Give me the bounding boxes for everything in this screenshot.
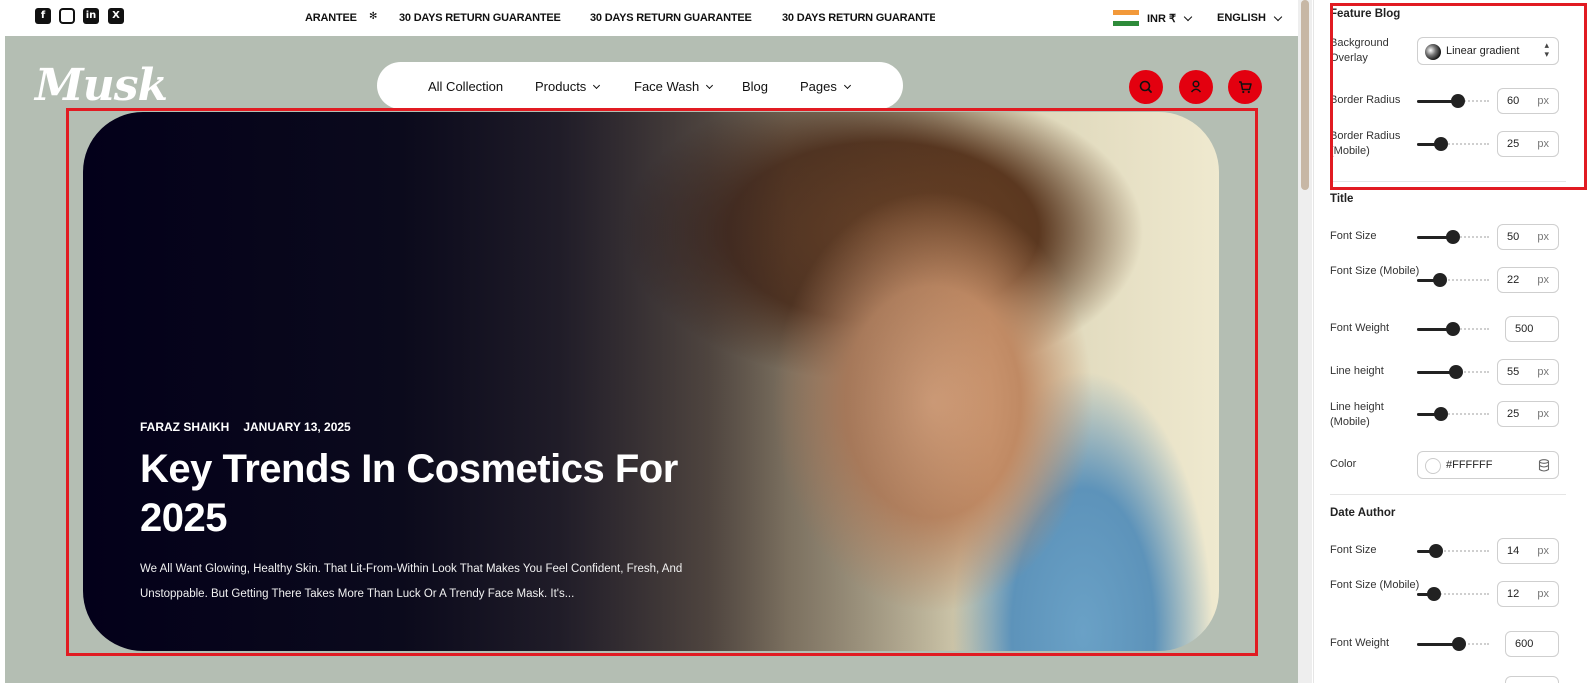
nav-item-label: Products — [535, 79, 587, 94]
date-font-size-mobile-label: Font Size (Mobile) — [1330, 579, 1420, 591]
title-font-weight-input[interactable]: 500 — [1505, 316, 1559, 342]
date-font-size-mobile-slider[interactable] — [1417, 587, 1489, 601]
chevron-down-icon — [843, 81, 851, 89]
preview-scrollbar-thumb[interactable] — [1301, 0, 1309, 190]
star-icon: ✻ — [369, 11, 378, 22]
title-font-weight-slider[interactable] — [1417, 322, 1489, 336]
slider-handle[interactable] — [1434, 407, 1448, 421]
title-color-picker[interactable]: #FFFFFF — [1417, 451, 1559, 479]
cart-icon — [1239, 81, 1252, 94]
slider-handle[interactable] — [1429, 544, 1443, 558]
nav-item-label: All Collection — [428, 79, 504, 94]
nav-item-pages[interactable]: Pages — [800, 79, 851, 94]
chevron-down-icon — [706, 81, 714, 89]
date-font-weight-slider[interactable] — [1417, 637, 1489, 651]
unit-label: px — [1537, 366, 1549, 378]
cart-button[interactable] — [1228, 70, 1262, 104]
date-font-weight-value: 600 — [1515, 638, 1534, 650]
slider-handle[interactable] — [1427, 587, 1441, 601]
instagram-icon[interactable] — [59, 8, 75, 24]
linkedin-icon[interactable]: in — [83, 8, 99, 24]
title-line-height-label: Line height — [1330, 365, 1384, 377]
account-button[interactable] — [1179, 70, 1213, 104]
title-line-height-mobile-input[interactable]: 25 px — [1497, 401, 1559, 427]
unit-label: px — [1537, 588, 1549, 600]
title-font-weight-value: 500 — [1515, 323, 1534, 335]
unit-label: px — [1537, 274, 1549, 286]
unit-label: px — [1537, 408, 1549, 420]
slider-handle[interactable] — [1446, 322, 1460, 336]
next-setting-input[interactable] — [1505, 676, 1559, 683]
date-author-heading: Date Author — [1330, 507, 1396, 519]
title-color-label: Color — [1330, 458, 1357, 470]
selected-section-outline — [66, 108, 1258, 656]
title-font-size-mobile-slider[interactable] — [1417, 273, 1489, 287]
facebook-icon[interactable]: f — [35, 8, 51, 24]
color-swatch[interactable] — [1425, 458, 1441, 474]
title-heading: Title — [1330, 193, 1354, 205]
date-font-size-label: Font Size — [1330, 544, 1377, 556]
marquee-item: 30 DAYS RETURN GUARANTEE — [399, 12, 561, 24]
date-font-size-value: 14 — [1507, 545, 1520, 557]
title-font-size-input[interactable]: 50 px — [1497, 224, 1559, 250]
nav-item-products[interactable]: Products — [535, 79, 601, 94]
search-icon — [1139, 80, 1152, 93]
india-flag-icon — [1113, 10, 1139, 26]
currency-selector[interactable]: INR ₹ — [1113, 10, 1193, 26]
title-font-size-label: Font Size — [1330, 230, 1377, 242]
nav-item-face-wash[interactable]: Face Wash — [634, 79, 714, 94]
nav-item-label: Pages — [800, 79, 837, 94]
chevron-down-icon — [1183, 12, 1193, 21]
unit-label: px — [1537, 545, 1549, 557]
title-font-size-mobile-value: 22 — [1507, 274, 1520, 286]
title-font-size-value: 50 — [1507, 231, 1520, 243]
database-icon[interactable] — [1538, 459, 1550, 472]
currency-label: INR ₹ — [1147, 12, 1176, 25]
title-line-height-mobile-slider[interactable] — [1417, 407, 1489, 421]
marquee-item: 30 DAYS RETURN GUARANTEE — [590, 12, 752, 24]
user-icon — [1190, 80, 1202, 93]
main-navigation: All Collection Products Face Wash Blog P… — [377, 62, 903, 109]
title-line-height-value: 55 — [1507, 366, 1520, 378]
title-font-size-slider[interactable] — [1417, 230, 1489, 244]
x-icon[interactable]: X — [108, 8, 124, 24]
date-font-weight-input[interactable]: 600 — [1505, 631, 1559, 657]
nav-item-label: Blog — [742, 79, 769, 94]
nav-item-all-collection[interactable]: All Collection — [428, 79, 503, 94]
language-label: ENGLISH — [1217, 12, 1266, 24]
search-button[interactable] — [1129, 70, 1163, 104]
slider-handle[interactable] — [1446, 230, 1460, 244]
marquee-item: ARANTEE — [305, 12, 357, 24]
date-font-size-input[interactable]: 14 px — [1497, 538, 1559, 564]
title-line-height-mobile-label: Line height (Mobile) — [1330, 401, 1384, 428]
slider-handle[interactable] — [1452, 637, 1466, 651]
section-divider — [1330, 494, 1566, 495]
chevron-down-icon — [1273, 12, 1283, 21]
title-line-height-slider[interactable] — [1417, 365, 1489, 379]
site-logo[interactable]: Musk — [35, 60, 168, 111]
date-font-size-mobile-input[interactable]: 12 px — [1497, 581, 1559, 607]
language-selector[interactable]: ENGLISH — [1217, 10, 1283, 26]
slider-handle[interactable] — [1433, 273, 1447, 287]
nav-item-blog[interactable]: Blog — [742, 79, 768, 94]
date-font-weight-label: Font Weight — [1330, 637, 1390, 649]
title-font-weight-label: Font Weight — [1330, 322, 1390, 334]
storefront-preview: f in X ARANTEE ✻ 30 DAYS RETURN GUARANTE… — [5, 0, 1312, 683]
announcement-marquee: ARANTEE ✻ 30 DAYS RETURN GUARANTEE 30 DA… — [305, 0, 935, 36]
nav-item-label: Face Wash — [634, 79, 700, 94]
title-font-size-mobile-label: Font Size (Mobile) — [1330, 265, 1420, 277]
date-font-size-slider[interactable] — [1417, 544, 1489, 558]
slider-handle[interactable] — [1449, 365, 1463, 379]
title-line-height-mobile-value: 25 — [1507, 408, 1520, 420]
title-color-value: #FFFFFF — [1446, 459, 1493, 471]
selected-settings-outline — [1330, 3, 1587, 190]
unit-label: px — [1537, 231, 1549, 243]
title-line-height-input[interactable]: 55 px — [1497, 359, 1559, 385]
chevron-down-icon — [593, 81, 601, 89]
title-font-size-mobile-input[interactable]: 22 px — [1497, 267, 1559, 293]
marquee-item: 30 DAYS RETURN GUARANTE — [782, 12, 935, 24]
date-font-size-mobile-value: 12 — [1507, 588, 1520, 600]
announcement-bar: f in X ARANTEE ✻ 30 DAYS RETURN GUARANTE… — [5, 0, 1312, 36]
